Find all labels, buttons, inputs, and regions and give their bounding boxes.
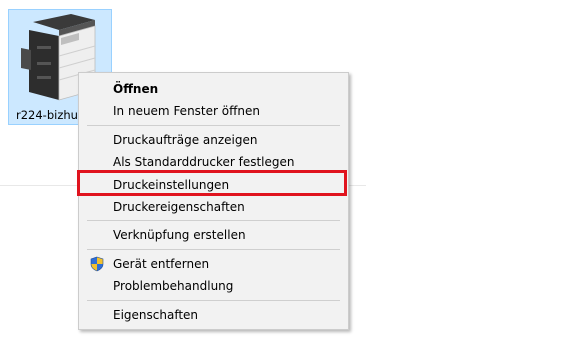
- menu-item-open-new-window[interactable]: In neuem Fenster öffnen: [79, 100, 348, 122]
- menu-item-show-print-jobs[interactable]: Druckaufträge anzeigen: [79, 129, 348, 151]
- menu-item-label: In neuem Fenster öffnen: [113, 104, 260, 118]
- menu-item-label: Druckereigenschaften: [113, 200, 245, 214]
- menu-item-label: Öffnen: [113, 82, 159, 96]
- menu-separator: [87, 300, 340, 301]
- menu-item-label: Problembehandlung: [113, 279, 234, 293]
- menu-item-remove-device[interactable]: Gerät entfernen: [79, 253, 348, 275]
- context-menu: Öffnen In neuem Fenster öffnen Druckauft…: [78, 72, 349, 330]
- menu-item-label: Als Standarddrucker festlegen: [113, 155, 295, 169]
- menu-item-label: Verknüpfung erstellen: [113, 228, 246, 242]
- uac-shield-icon: [90, 256, 104, 272]
- menu-item-printer-properties[interactable]: Druckereigenschaften: [79, 196, 348, 218]
- menu-item-label: Druckaufträge anzeigen: [113, 133, 258, 147]
- highlight-annotation-box: [77, 170, 347, 196]
- menu-separator: [87, 125, 340, 126]
- menu-separator: [87, 249, 340, 250]
- menu-item-oeffnen[interactable]: Öffnen: [79, 78, 348, 100]
- menu-item-label: Gerät entfernen: [113, 257, 210, 271]
- menu-item-create-shortcut[interactable]: Verknüpfung erstellen: [79, 224, 348, 246]
- menu-item-troubleshoot[interactable]: Problembehandlung: [79, 275, 348, 297]
- menu-separator: [87, 220, 340, 221]
- menu-item-properties[interactable]: Eigenschaften: [79, 304, 348, 326]
- menu-item-label: Eigenschaften: [113, 308, 199, 322]
- device-name-label: r224-bizhub: [16, 108, 86, 122]
